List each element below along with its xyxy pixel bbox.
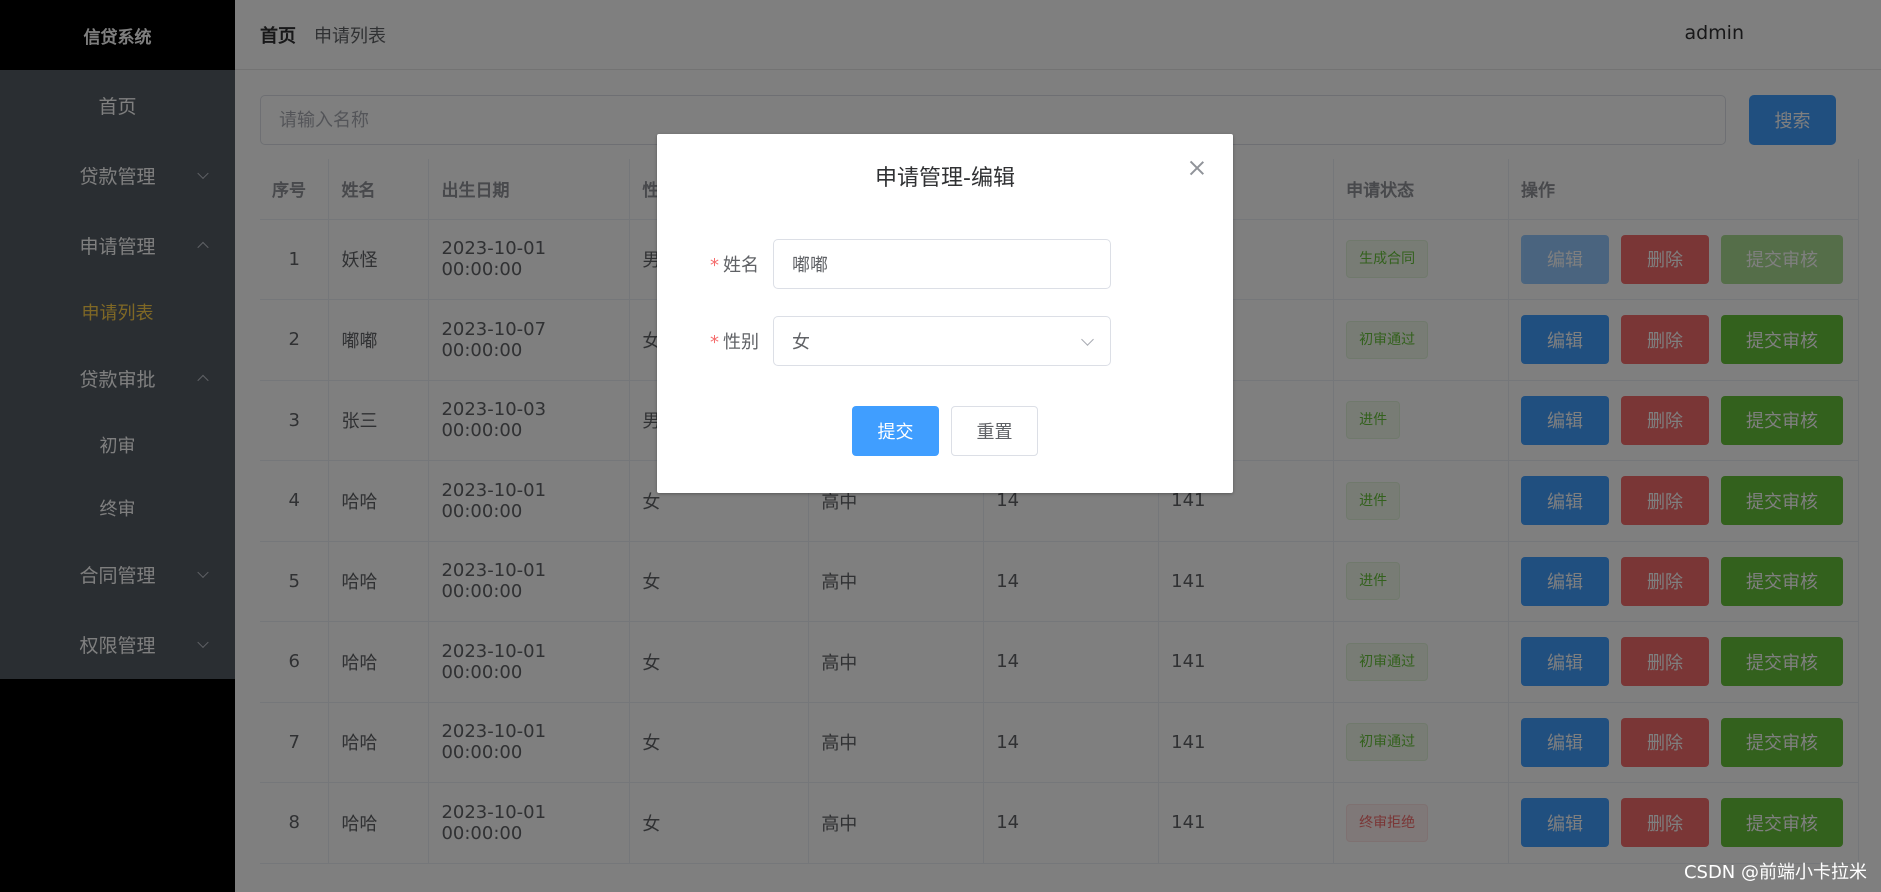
close-icon[interactable] xyxy=(1187,158,1207,178)
required-mark: * xyxy=(710,332,719,353)
chevron-down-icon xyxy=(1081,333,1094,346)
gender-select-value: 女 xyxy=(792,332,810,353)
submit-button[interactable]: 提交 xyxy=(852,406,939,456)
name-label: * 姓名 xyxy=(710,255,759,276)
required-mark: * xyxy=(710,255,719,276)
form-row-gender: * 性别 女 xyxy=(657,316,1233,366)
gender-select[interactable]: 女 xyxy=(773,316,1111,366)
gender-label: * 性别 xyxy=(710,332,759,353)
dialog-title: 申请管理-编辑 xyxy=(875,166,1015,191)
dialog-actions: 提交 重置 xyxy=(852,406,1038,456)
watermark: CSDN @前端小卡拉米 xyxy=(1683,862,1867,883)
edit-dialog: 申请管理-编辑 * 姓名 嘟嘟 * 性别 女 提交 重置 xyxy=(657,134,1233,493)
reset-button[interactable]: 重置 xyxy=(951,406,1038,456)
form-row-name: * 姓名 嘟嘟 xyxy=(657,239,1233,289)
name-field[interactable]: 嘟嘟 xyxy=(773,239,1111,289)
